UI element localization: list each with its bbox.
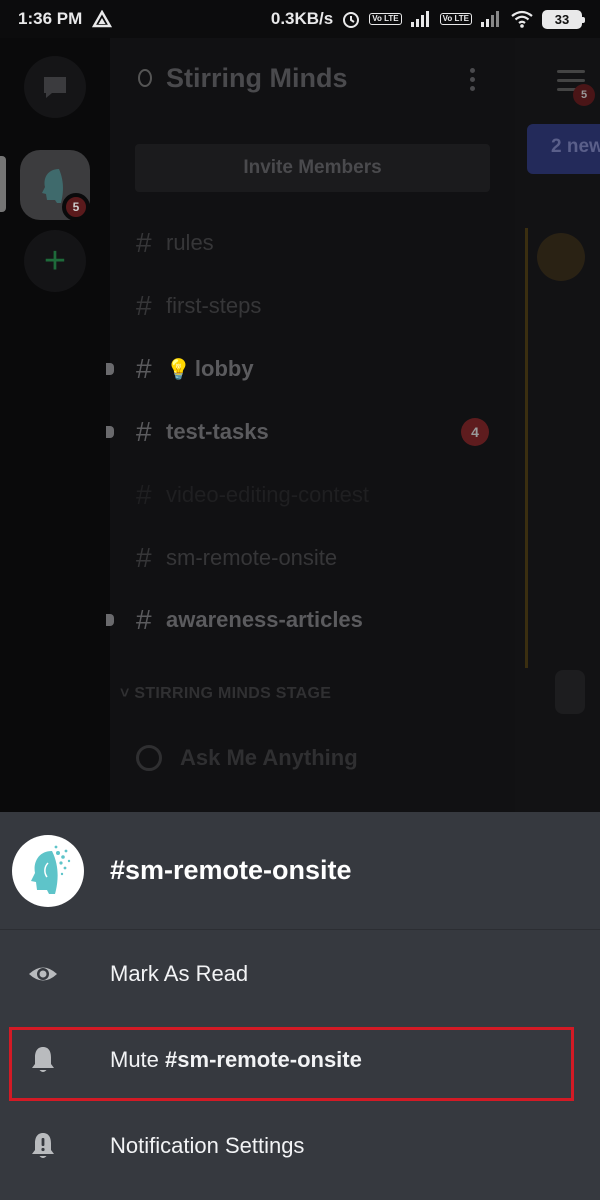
lightbulb-emoji: 💡 [166,358,191,381]
stage-channel-name: Ask Me Anything [180,745,358,770]
alarm-icon [343,12,360,28]
channel-item-test-tasks[interactable]: # test-tasks 4 [106,407,515,457]
unread-indicator [106,614,114,626]
unread-indicator [106,363,114,375]
channel-actions-sheet: #sm-remote-onsite Mark As Read Mute #sm-… [0,812,600,1200]
boost-icon [138,69,152,87]
highlight-box [9,1027,574,1101]
app-background: 5 + Stirring Minds Invite Members # rule… [0,38,600,812]
clock: 1:36 PM [18,9,83,28]
sheet-header: #sm-remote-onsite [0,812,600,930]
channel-name: video-editing-contest [166,482,370,507]
hash-icon: # [136,227,152,258]
channel-item-first-steps[interactable]: # first-steps [110,281,515,331]
channel-list-panel: Stirring Minds Invite Members # rules # … [106,38,515,812]
status-bar: 1:36 PM 0.3KB/s Vo LTE Vo LTE 33 [0,0,600,38]
notification-settings-item[interactable]: Notification Settings [0,1106,600,1186]
server-mention-badge: 5 [62,193,90,221]
direct-messages-button[interactable] [24,56,86,118]
add-server-button[interactable]: + [24,230,86,292]
selected-server-indicator [0,156,6,212]
channel-name: sm-remote-onsite [166,545,338,570]
avatar[interactable] [555,670,585,714]
channel-name: awareness-articles [166,607,363,632]
stage-channel-item[interactable]: Ask Me Anything [136,738,358,778]
channel-item-sm-remote-onsite[interactable]: # sm-remote-onsite [110,533,515,583]
more-options-icon[interactable] [470,68,475,91]
hash-icon: # [136,353,152,384]
channel-item-lobby[interactable]: # 💡 lobby [106,344,515,394]
channel-name: rules [166,230,214,255]
avatar[interactable] [537,233,585,281]
eye-icon [0,958,110,990]
category-label: STIRRING MINDS STAGE [134,685,332,702]
drive-icon [92,10,113,28]
chat-peek-panel: 5 2 new [515,38,600,812]
invite-members-button[interactable]: Invite Members [135,144,490,192]
hash-lock-icon: # [136,542,152,573]
category-header[interactable]: ˅ STIRRING MINDS STAGE [120,685,331,703]
stage-icon [136,745,162,771]
bell-alert-icon [0,1130,110,1162]
hash-icon: # [136,479,152,510]
unread-indicator [106,426,114,438]
chat-bubble-icon [44,77,66,98]
hamburger-badge: 5 [573,84,595,106]
channel-item-video-editing-contest[interactable]: # video-editing-contest [110,470,515,520]
server-name: Stirring Minds [166,62,348,93]
chat-divider [525,228,528,668]
menu-item-label: Notification Settings [110,1133,305,1158]
new-messages-pill[interactable]: 2 new [527,124,600,174]
network-speed: 0.3KB/s [270,9,334,28]
mark-as-read-item[interactable]: Mark As Read [0,934,600,1014]
volte-badge-2: Vo LTE [439,13,472,25]
wifi-icon [511,10,533,28]
channel-name: first-steps [166,293,262,318]
hash-lock-icon: # [136,416,152,447]
channel-mention-badge: 4 [461,418,489,446]
hash-icon: # [136,604,152,635]
signal-icon-2 [481,11,499,27]
server-avatar [12,834,84,907]
channel-item-rules[interactable]: # rules [110,218,515,268]
menu-item-label: Mark As Read [110,961,249,986]
channel-name: lobby [194,356,254,381]
channel-name: test-tasks [166,419,269,444]
head-logo-icon [31,845,71,894]
signal-icon [410,11,429,27]
chevron-down-icon: ˅ [120,685,135,702]
sheet-title: #sm-remote-onsite [110,855,352,885]
hash-icon: # [136,290,152,321]
channel-item-awareness-articles[interactable]: # awareness-articles [106,595,515,645]
server-header[interactable]: Stirring Minds [110,38,515,118]
battery-indicator: 33 [542,9,585,29]
volte-badge: Vo LTE [369,13,402,25]
guild-sidebar: 5 + [0,38,110,812]
